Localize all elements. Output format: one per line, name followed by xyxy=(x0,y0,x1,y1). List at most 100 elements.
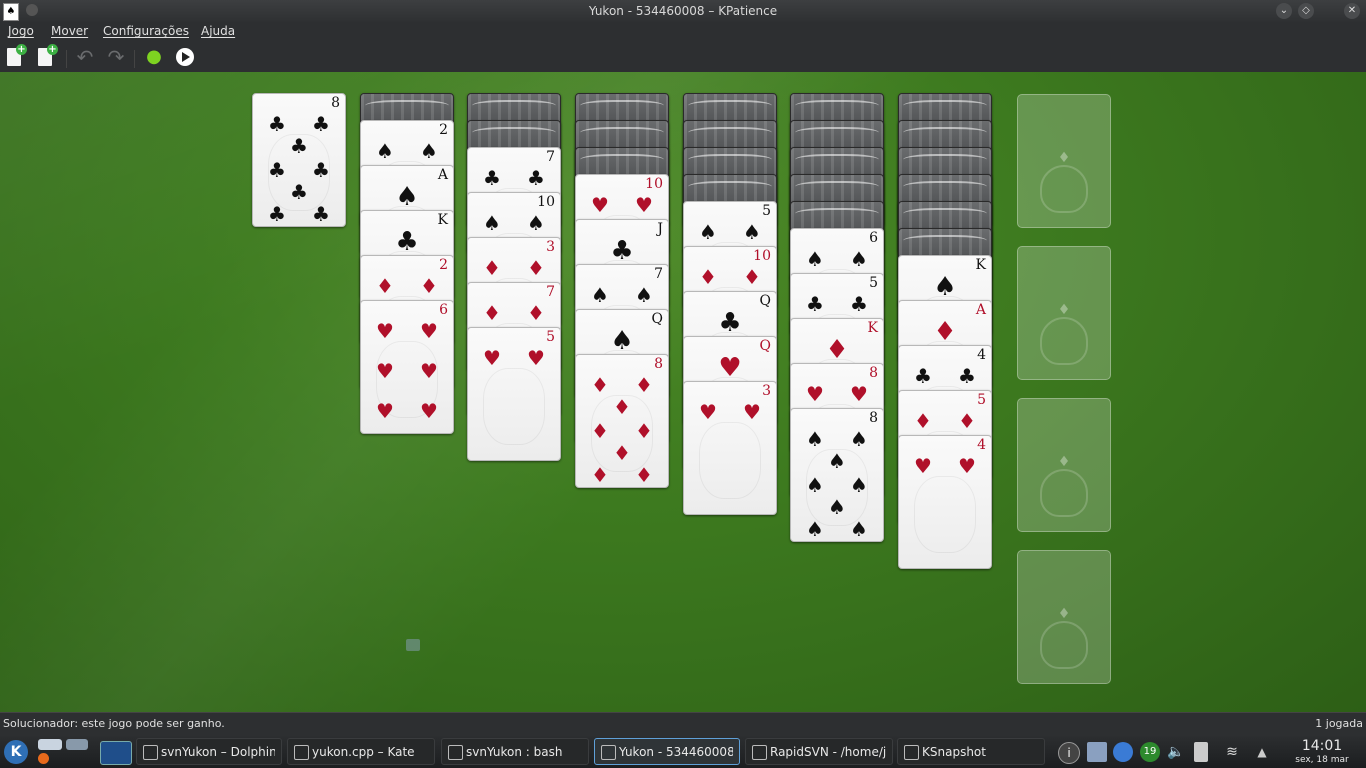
card-rank: 6 xyxy=(869,230,878,246)
foundation-mark-icon: ♦ xyxy=(1057,454,1071,470)
game-table: 8 ♣ ♣ ♣ ♣ ♣ ♣ ♣ ♣ 2 ♠ ♠ A ♠ K ♣ 2 ♦ ♦ 6 ♥ ♥ ♥ ♥ ♥ ♥ 7 ♣ ♣ 10 ♠ ♠ 3 ♦ ♦ 7 ♦ ♦ 5… xyxy=(0,72,1366,712)
card-rank: 4 xyxy=(977,437,986,453)
maximize-button[interactable]: ◇ xyxy=(1298,3,1314,19)
task-button[interactable]: Yukon - 534460008 – xyxy=(594,738,740,765)
card-suit-pip: ♥ xyxy=(376,319,394,343)
menu-bar: Jogo Mover Configurações Ajuda xyxy=(0,22,1366,42)
card-suit-pip: ♦ xyxy=(933,317,957,347)
card-rank: 4 xyxy=(977,347,986,363)
card-rank: 2 xyxy=(439,122,448,138)
card-suit-pip: ♣ xyxy=(312,158,330,182)
card-rank: 10 xyxy=(537,194,555,210)
task-app-icon xyxy=(904,745,919,760)
desktop-pager-icon[interactable] xyxy=(38,739,62,750)
task-button[interactable]: svnYukon – Dolphin xyxy=(136,738,282,765)
card-suit-pip: ♠ xyxy=(806,427,824,451)
klipper-icon[interactable] xyxy=(1087,742,1107,762)
task-button[interactable]: RapidSVN - /home/jo xyxy=(745,738,893,765)
undo-icon[interactable]: ↶ xyxy=(74,46,96,68)
hint-bulb-icon[interactable]: ● xyxy=(143,46,165,68)
playing-card[interactable]: 8 ♣ ♣ ♣ ♣ ♣ ♣ ♣ ♣ xyxy=(252,93,346,227)
card-suit-pip: ♠ xyxy=(635,283,653,307)
firefox-icon[interactable] xyxy=(38,753,49,764)
new-game-icon[interactable]: + xyxy=(7,44,27,66)
card-rank: Q xyxy=(651,311,663,327)
card-suit-pip: ♠ xyxy=(420,139,438,163)
task-app-icon xyxy=(601,745,616,760)
volume-icon[interactable]: 🔈 xyxy=(1166,742,1186,762)
card-suit-pip: ♥ xyxy=(376,359,394,383)
foundation-ornament xyxy=(1040,165,1088,213)
playing-card[interactable]: 8 ♠ ♠ ♠ ♠ ♠ ♠ ♠ ♠ xyxy=(790,408,884,542)
foundation-ornament xyxy=(1040,621,1088,669)
card-rank: 3 xyxy=(546,239,555,255)
task-button[interactable]: KSnapshot xyxy=(897,738,1045,765)
foundation-slot[interactable]: ♦ xyxy=(1017,398,1111,532)
task-label: Yukon - 534460008 – xyxy=(619,745,733,759)
card-suit-pip: ♥ xyxy=(635,193,653,217)
updates-icon[interactable]: 19 xyxy=(1140,742,1160,762)
clock-time: 14:01 xyxy=(1301,738,1343,754)
card-suit-pip: ♥ xyxy=(420,319,438,343)
task-label: yukon.cpp – Kate xyxy=(312,745,415,759)
card-suit-pip: ♦ xyxy=(613,441,631,465)
card-suit-pip: ♣ xyxy=(850,292,868,316)
clock[interactable]: 14:01 sex, 18 mar xyxy=(1282,738,1362,765)
demo-play-icon[interactable] xyxy=(176,48,194,66)
card-suit-pip: ♦ xyxy=(483,301,501,325)
minimize-button[interactable]: ⌄ xyxy=(1276,3,1292,19)
card-suit-pip: ♦ xyxy=(527,256,545,280)
tray-expand-icon[interactable]: ▲ xyxy=(1252,742,1272,762)
toolbar-separator xyxy=(66,50,67,68)
card-rank: 6 xyxy=(439,302,448,318)
foundation-slot[interactable]: ♦ xyxy=(1017,550,1111,684)
window-title: Yukon - 534460008 – KPatience xyxy=(588,4,778,18)
card-suit-pip: ♦ xyxy=(376,274,394,298)
task-label: svnYukon – Dolphin xyxy=(161,745,275,759)
card-suit-pip: ♣ xyxy=(395,227,419,257)
playing-card[interactable]: 4 ♥ ♥ xyxy=(898,435,992,569)
card-suit-pip: ♥ xyxy=(420,359,438,383)
playing-card[interactable]: 3 ♥ ♥ xyxy=(683,381,777,515)
show-desktop-icon[interactable] xyxy=(100,741,132,765)
network-icon[interactable] xyxy=(1113,742,1133,762)
pager-icon[interactable] xyxy=(66,739,88,750)
card-rank: K xyxy=(437,212,448,228)
new-numbered-game-icon[interactable]: + xyxy=(38,44,58,66)
playing-card[interactable]: 8 ♦ ♦ ♦ ♦ ♦ ♦ ♦ ♦ xyxy=(575,354,669,488)
playing-card[interactable]: 6 ♥ ♥ ♥ ♥ ♥ ♥ xyxy=(360,300,454,434)
redo-icon[interactable]: ↷ xyxy=(105,46,127,68)
foundation-slot[interactable]: ♦ xyxy=(1017,246,1111,380)
toolbar: + + ↶ ↷ ● xyxy=(0,42,1366,72)
task-button[interactable]: yukon.cpp – Kate xyxy=(287,738,435,765)
kde-menu-icon[interactable]: K xyxy=(4,740,28,764)
menu-mover[interactable]: Mover xyxy=(51,24,88,38)
card-suit-pip: ♦ xyxy=(635,463,653,487)
close-button[interactable]: ✕ xyxy=(1344,3,1360,19)
card-suit-pip: ♦ xyxy=(527,301,545,325)
task-app-icon xyxy=(143,745,158,760)
card-suit-pip: ♣ xyxy=(268,158,286,182)
task-label: svnYukon : bash xyxy=(466,745,563,759)
card-suit-pip: ♣ xyxy=(290,134,308,158)
card-suit-pip: ♠ xyxy=(933,272,957,302)
foundation-ornament xyxy=(1040,317,1088,365)
task-button[interactable]: svnYukon : bash xyxy=(441,738,589,765)
info-icon[interactable]: i xyxy=(1058,742,1080,764)
foundation-slot[interactable]: ♦ xyxy=(1017,94,1111,228)
card-suit-pip: ♣ xyxy=(312,202,330,226)
wifi-icon[interactable]: ≋ xyxy=(1222,742,1242,762)
foundation-mark-icon: ♦ xyxy=(1057,302,1071,318)
card-rank: Q xyxy=(759,338,771,354)
card-rank: 7 xyxy=(546,149,555,165)
menu-ajuda[interactable]: Ajuda xyxy=(201,24,235,38)
notes-icon[interactable] xyxy=(1194,742,1208,762)
card-suit-pip: ♦ xyxy=(958,409,976,433)
playing-card[interactable]: 5 ♥ ♥ xyxy=(467,327,561,461)
card-suit-pip: ♠ xyxy=(850,473,868,497)
status-bar: Solucionador: este jogo pode ser ganho. … xyxy=(0,712,1366,736)
menu-configuracoes[interactable]: Configurações xyxy=(103,24,189,38)
card-suit-pip: ♣ xyxy=(483,166,501,190)
menu-jogo[interactable]: Jogo xyxy=(8,24,34,38)
card-suit-pip: ♥ xyxy=(718,353,742,383)
